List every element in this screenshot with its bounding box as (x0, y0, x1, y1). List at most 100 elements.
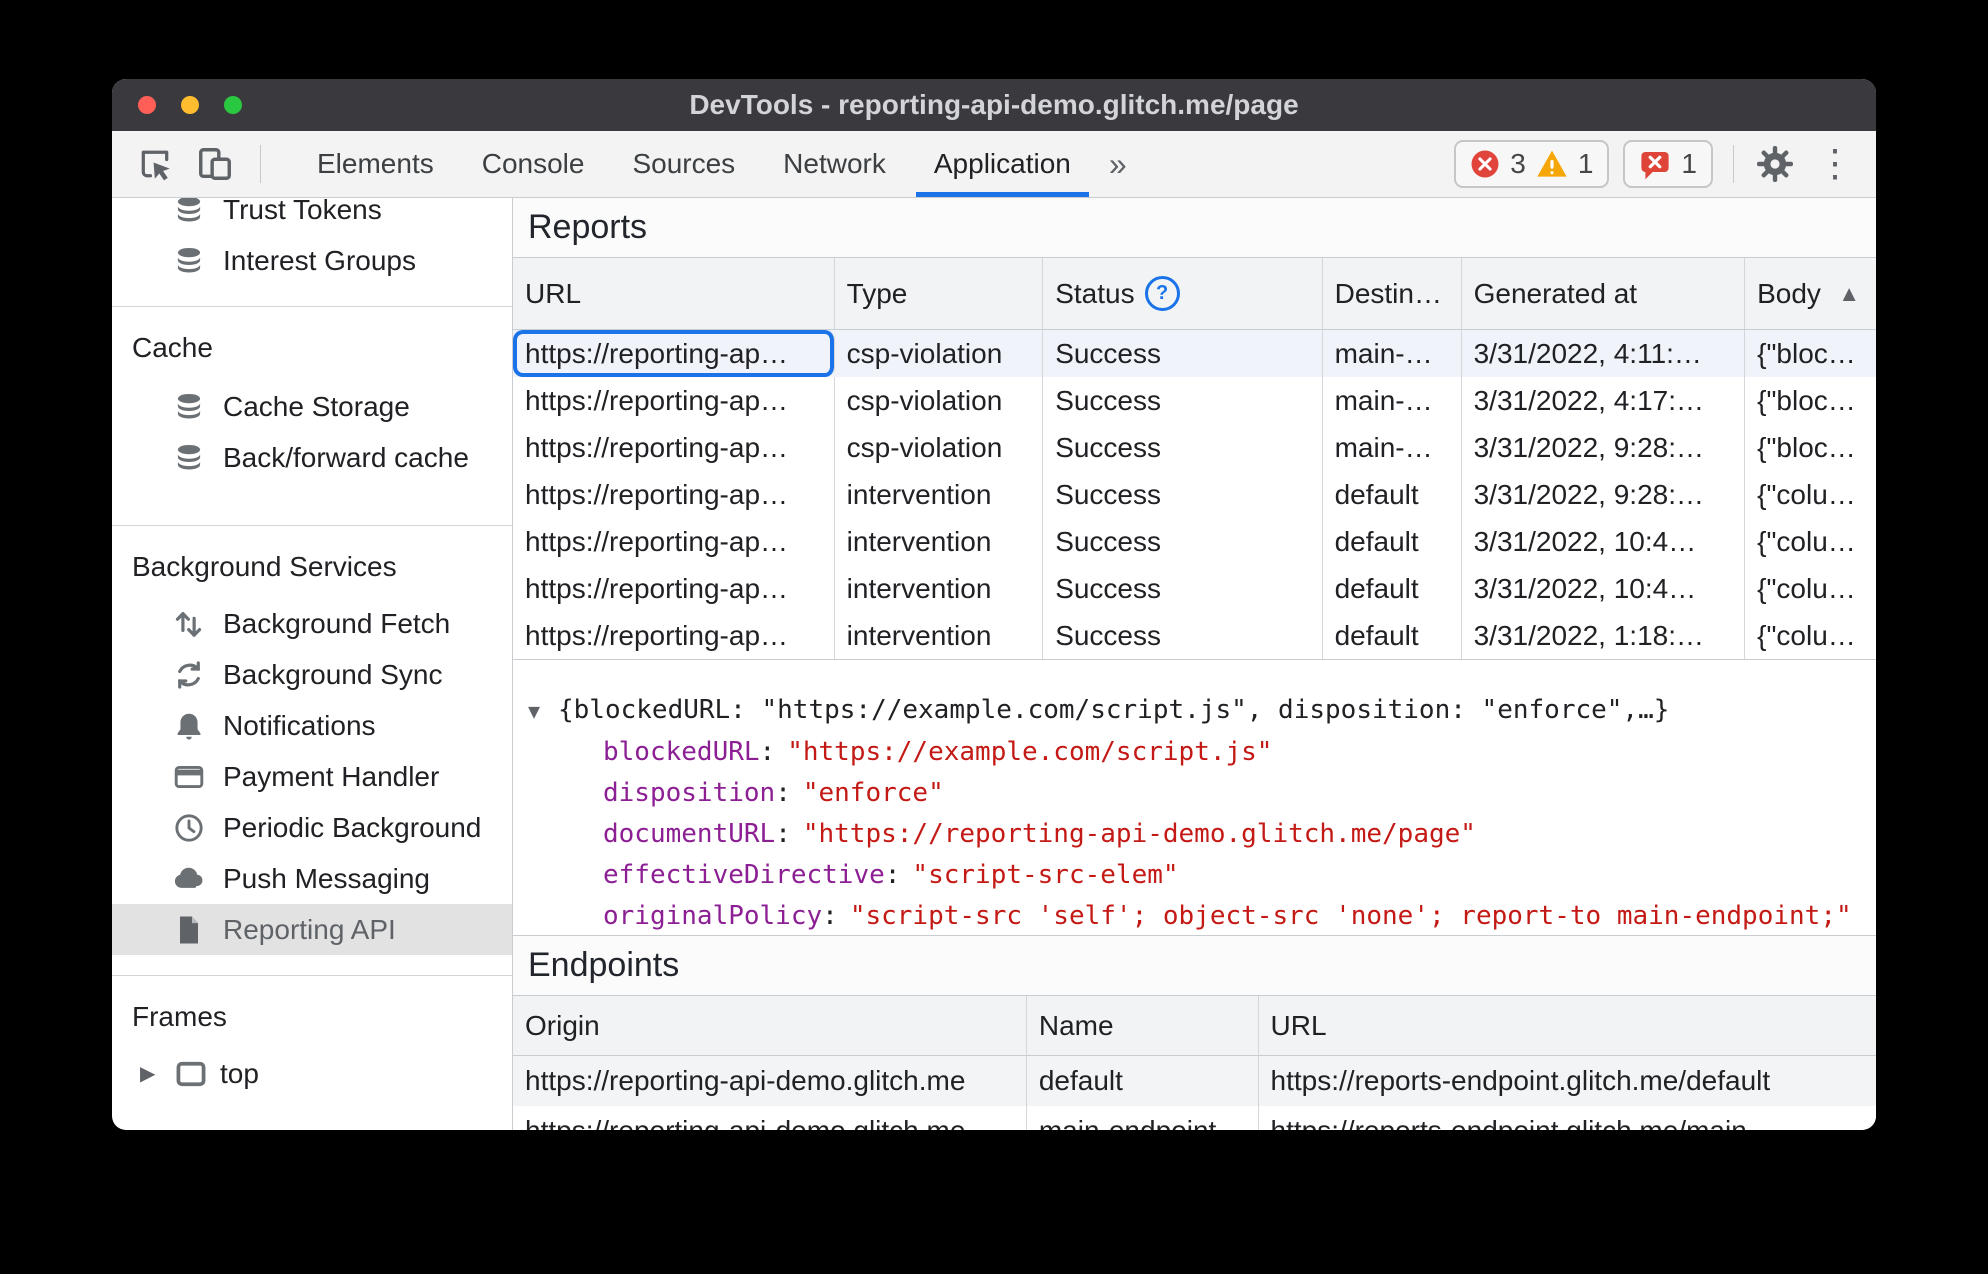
report-generated-cell[interactable]: 3/31/2022, 1:18:… (1462, 612, 1746, 659)
sidebar-item-background-sync[interactable]: Background Sync (112, 649, 512, 700)
column-header-destination[interactable]: Destin… (1323, 258, 1462, 329)
console-status-badge[interactable]: 3 1 (1454, 140, 1610, 188)
table-row[interactable]: https://reporting-ap… intervention Succe… (513, 565, 1876, 612)
sidebar-item-top-frame[interactable]: ▶ top (112, 1048, 512, 1099)
collapse-triangle-icon[interactable]: ▼ (528, 691, 558, 732)
column-header-origin[interactable]: Origin (513, 996, 1027, 1055)
report-destination-cell[interactable]: default (1323, 518, 1462, 565)
report-destination-cell[interactable]: main-… (1323, 330, 1462, 377)
report-type-cell[interactable]: intervention (835, 612, 1044, 659)
report-status-cell[interactable]: Success (1043, 424, 1323, 471)
frame-icon (174, 1057, 208, 1091)
report-generated-cell[interactable]: 3/31/2022, 4:17:… (1462, 377, 1746, 424)
sidebar-item-trust-tokens[interactable]: Trust Tokens (112, 198, 512, 235)
report-url-cell[interactable]: https://reporting-ap… (513, 424, 835, 471)
report-body-cell[interactable]: {"bloc… (1745, 424, 1876, 471)
report-destination-cell[interactable]: main-… (1323, 377, 1462, 424)
report-generated-cell[interactable]: 3/31/2022, 9:28:… (1462, 471, 1746, 518)
report-body-cell[interactable]: {"colu… (1745, 565, 1876, 612)
table-row[interactable]: https://reporting-ap… intervention Succe… (513, 471, 1876, 518)
report-generated-cell[interactable]: 3/31/2022, 10:4… (1462, 565, 1746, 612)
report-type-cell[interactable]: intervention (835, 518, 1044, 565)
column-header-type[interactable]: Type (835, 258, 1044, 329)
report-url-cell[interactable]: https://reporting-ap… (513, 377, 835, 424)
column-header-generated-at[interactable]: Generated at (1462, 258, 1746, 329)
report-url-cell[interactable]: https://reporting-ap… (513, 471, 835, 518)
column-header-endpoint-url[interactable]: URL (1259, 996, 1876, 1055)
minimize-window-button[interactable] (181, 96, 199, 114)
report-type-cell[interactable]: csp-violation (835, 377, 1044, 424)
more-tabs-icon[interactable]: » (1095, 131, 1141, 197)
issues-icon (1641, 152, 1670, 180)
error-count: 3 (1510, 148, 1526, 179)
table-row[interactable]: https://reporting-ap… csp-violation Succ… (513, 424, 1876, 471)
sidebar-item-back-forward-cache[interactable]: Back/forward cache (112, 432, 512, 483)
report-generated-cell[interactable]: 3/31/2022, 9:28:… (1462, 424, 1746, 471)
sidebar-item-push-messaging[interactable]: Push Messaging (112, 853, 512, 904)
tab-sources[interactable]: Sources (608, 131, 759, 197)
report-status-cell[interactable]: Success (1043, 518, 1323, 565)
report-destination-cell[interactable]: main-… (1323, 424, 1462, 471)
tab-application[interactable]: Application (910, 131, 1095, 197)
tab-console[interactable]: Console (458, 131, 609, 197)
device-toolbar-icon[interactable] (194, 143, 236, 185)
report-body-cell[interactable]: {"bloc… (1745, 330, 1876, 377)
sidebar-item-notifications[interactable]: Notifications (112, 700, 512, 751)
settings-gear-icon[interactable] (1754, 143, 1796, 185)
report-body-cell[interactable]: {"colu… (1745, 518, 1876, 565)
report-body-cell[interactable]: {"colu… (1745, 612, 1876, 659)
tab-network[interactable]: Network (759, 131, 910, 197)
sidebar-item-reporting-api[interactable]: Reporting API (112, 904, 512, 955)
report-url-cell[interactable]: https://reporting-ap… (513, 565, 835, 612)
report-status-cell[interactable]: Success (1043, 565, 1323, 612)
report-destination-cell[interactable]: default (1323, 612, 1462, 659)
sidebar-item-interest-groups[interactable]: Interest Groups (112, 235, 512, 286)
sidebar-item-label: Payment Handler (223, 760, 440, 792)
report-type-cell[interactable]: intervention (835, 565, 1044, 612)
sidebar-item-label: Interest Groups (223, 244, 416, 276)
tab-elements[interactable]: Elements (293, 131, 458, 197)
column-header-name[interactable]: Name (1027, 996, 1259, 1055)
inspect-element-icon[interactable] (134, 143, 176, 185)
report-status-cell[interactable]: Success (1043, 377, 1323, 424)
status-help-icon[interactable]: ? (1144, 276, 1180, 311)
warning-count: 1 (1577, 148, 1594, 179)
more-options-kebab-icon[interactable]: ⋮ (1810, 145, 1860, 183)
column-header-body[interactable]: Body ▲ (1745, 258, 1876, 329)
report-status-cell[interactable]: Success (1043, 612, 1323, 659)
column-header-url[interactable]: URL (513, 258, 835, 329)
table-row[interactable]: https://reporting-ap… intervention Succe… (513, 612, 1876, 659)
report-url-cell[interactable]: https://reporting-ap… (513, 612, 835, 659)
report-status-cell[interactable]: Success (1043, 471, 1323, 518)
close-window-button[interactable] (138, 96, 156, 114)
report-destination-cell[interactable]: default (1323, 565, 1462, 612)
sidebar-item-payment-handler[interactable]: Payment Handler (112, 751, 512, 802)
report-generated-cell[interactable]: 3/31/2022, 4:11:… (1462, 330, 1746, 377)
json-field: blockedURL: "https://example.com/script.j… (603, 737, 1273, 767)
table-row: https://reporting-api-demo.glitch.me def… (513, 1056, 1876, 1106)
column-header-status[interactable]: Status ? (1043, 258, 1323, 329)
table-row[interactable]: https://reporting-ap… csp-violation Succ… (513, 330, 1876, 377)
sidebar-item-label: Reporting API (223, 913, 396, 945)
issues-badge[interactable]: 1 (1623, 140, 1713, 188)
report-url-cell[interactable]: https://reporting-ap… (513, 518, 835, 565)
database-icon (172, 390, 206, 424)
report-type-cell[interactable]: csp-violation (835, 424, 1044, 471)
report-type-cell[interactable]: intervention (835, 471, 1044, 518)
table-row[interactable]: https://reporting-ap… csp-violation Succ… (513, 377, 1876, 424)
sidebar-item-cache-storage[interactable]: Cache Storage (112, 381, 512, 432)
report-status-cell[interactable]: Success (1043, 330, 1323, 377)
sidebar-item-background-fetch[interactable]: Background Fetch (112, 598, 512, 649)
report-url-cell[interactable]: https://reporting-ap… (513, 330, 835, 377)
json-preview-line[interactable]: ▼ {blockedURL: "https://example.com/scrip… (528, 690, 1876, 732)
report-type-cell[interactable]: csp-violation (835, 330, 1044, 377)
zoom-window-button[interactable] (224, 96, 242, 114)
expand-frame-icon[interactable]: ▶ (140, 1061, 162, 1086)
sidebar-item-periodic-background[interactable]: Periodic Background (112, 802, 512, 853)
report-destination-cell[interactable]: default (1323, 471, 1462, 518)
report-body-cell[interactable]: {"bloc… (1745, 377, 1876, 424)
toolbar-separator (260, 145, 261, 183)
table-row[interactable]: https://reporting-ap… intervention Succe… (513, 518, 1876, 565)
report-generated-cell[interactable]: 3/31/2022, 10:4… (1462, 518, 1746, 565)
report-body-cell[interactable]: {"colu… (1745, 471, 1876, 518)
